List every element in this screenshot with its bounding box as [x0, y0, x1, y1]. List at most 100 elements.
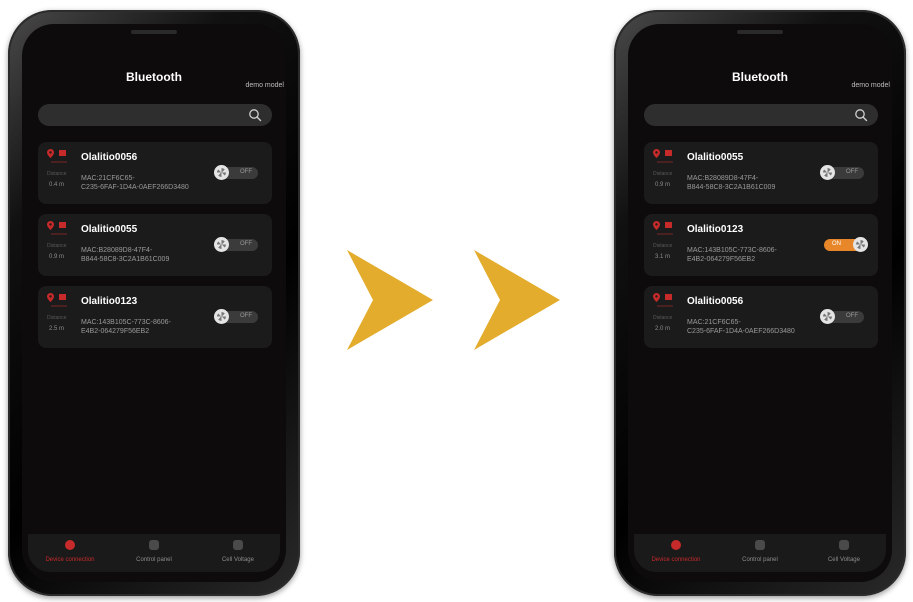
- distance-value: 0.9 m: [49, 254, 65, 260]
- signal-icon: [51, 305, 67, 312]
- knob-icon: [214, 309, 229, 324]
- toggle-state: OFF: [846, 169, 858, 175]
- signal-icon: [657, 233, 673, 240]
- mac-line-1: MAC:143B105C-773C-8606-: [687, 247, 777, 254]
- toggle-state: OFF: [240, 169, 252, 175]
- knob-icon: [853, 237, 868, 252]
- tab-device-connection[interactable]: Device connection: [634, 534, 718, 572]
- phone-right: Bluetooth demo model Distance 0.9 m Olal…: [614, 10, 906, 596]
- tab-control-panel[interactable]: Control panel: [112, 534, 196, 572]
- mac-line-2: E4B2-064279F56EB2: [81, 328, 150, 335]
- bottom-tab-bar: Device connection Control panel Cell Vol…: [28, 534, 280, 572]
- toggle-state: ON: [832, 241, 841, 247]
- mac-line-2: E4B2-064279F56EB2: [687, 256, 756, 263]
- mac-line-1: MAC:B28089D8-47F4-: [81, 247, 153, 254]
- location-pin-icon: [653, 149, 660, 158]
- chevron-right-arrow: [474, 250, 560, 350]
- knob-icon: [820, 165, 835, 180]
- knob-icon: [214, 165, 229, 180]
- device-card[interactable]: Distance 0.9 m Olalitio0055 MAC:B28089D8…: [644, 142, 878, 204]
- device-mac: MAC:143B105C-773C-8606- E4B2-064279F56EB…: [687, 246, 833, 264]
- toggle-state: OFF: [846, 313, 858, 319]
- flag-icon: [665, 222, 672, 228]
- connect-toggle[interactable]: OFF: [820, 165, 864, 180]
- device-name: Olalitio0123: [81, 296, 138, 307]
- bottom-tab-bar: Device connection Control panel Cell Vol…: [634, 534, 886, 572]
- mac-line-1: MAC:B28089D8-47F4-: [687, 175, 759, 182]
- device-name: Olalitio0055: [81, 224, 138, 235]
- tab-control-panel[interactable]: Control panel: [718, 534, 802, 572]
- device-name: Olalitio0123: [687, 224, 744, 235]
- device-name: Olalitio0056: [81, 152, 138, 163]
- tab-label: Cell Voltage: [827, 557, 860, 563]
- mac-line-2: C235-6FAF-1D4A-0AEF266D3480: [81, 184, 189, 191]
- location-pin-icon: [47, 149, 54, 158]
- tab-cell-voltage[interactable]: Cell Voltage: [802, 534, 886, 572]
- tab-label: Device connection: [45, 557, 95, 563]
- device-card[interactable]: Distance 3.1 m Olalitio0123 MAC:143B105C…: [644, 214, 878, 276]
- distance-value: 2.0 m: [655, 326, 671, 332]
- connect-toggle[interactable]: OFF: [214, 165, 258, 180]
- flag-icon: [59, 150, 66, 156]
- speaker-notch: [737, 30, 783, 34]
- tab-cell-voltage[interactable]: Cell Voltage: [196, 534, 280, 572]
- control-panel-icon: [754, 540, 765, 550]
- signal-icon: [657, 305, 673, 312]
- bluetooth-tab-icon: [64, 540, 75, 550]
- flag-icon: [59, 294, 66, 300]
- demo-model-button[interactable]: demo model: [245, 82, 284, 89]
- search-input[interactable]: [644, 104, 878, 126]
- distance-label: Distance: [47, 171, 67, 177]
- connect-toggle[interactable]: ON: [824, 237, 868, 252]
- device-card[interactable]: Distance 0.4 m Olalitio0056 MAC:21CF6C65…: [38, 142, 272, 204]
- device-mac: MAC:21CF6C65- C235-6FAF-1D4A-0AEF266D348…: [687, 318, 833, 336]
- device-name: Olalitio0056: [687, 296, 744, 307]
- location-pin-icon: [47, 293, 54, 302]
- device-mac: MAC:B28089D8-47F4- B844-58C8-3C2A1B61C00…: [687, 174, 833, 192]
- distance-label: Distance: [653, 243, 673, 249]
- signal-icon: [51, 233, 67, 240]
- connect-toggle[interactable]: OFF: [214, 309, 258, 324]
- search-icon[interactable]: [854, 108, 868, 122]
- toggle-state: OFF: [240, 241, 252, 247]
- connect-toggle[interactable]: OFF: [820, 309, 864, 324]
- mac-line-1: MAC:21CF6C65-: [687, 319, 741, 326]
- device-card[interactable]: Distance 2.5 m Olalitio0123 MAC:143B105C…: [38, 286, 272, 348]
- signal-icon: [657, 161, 673, 168]
- distance-value: 3.1 m: [655, 254, 671, 260]
- device-card[interactable]: Distance 2.0 m Olalitio0056 MAC:21CF6C65…: [644, 286, 878, 348]
- device-mac: MAC:B28089D8-47F4- B844-58C8-3C2A1B61C00…: [81, 246, 227, 264]
- tab-device-connection[interactable]: Device connection: [28, 534, 112, 572]
- cell-voltage-icon: [838, 540, 849, 550]
- signal-icon: [51, 161, 67, 168]
- connect-toggle[interactable]: OFF: [214, 237, 258, 252]
- mac-line-2: B844-58C8-3C2A1B61C009: [687, 184, 776, 191]
- knob-icon: [820, 309, 835, 324]
- chevron-right-arrow: [347, 250, 433, 350]
- search-icon[interactable]: [248, 108, 262, 122]
- device-card[interactable]: Distance 0.9 m Olalitio0055 MAC:B28089D8…: [38, 214, 272, 276]
- demo-model-button[interactable]: demo model: [851, 82, 890, 89]
- distance-label: Distance: [653, 171, 673, 177]
- distance-value: 0.4 m: [49, 182, 65, 188]
- tab-label: Control panel: [742, 557, 778, 563]
- device-name: Olalitio0055: [687, 152, 744, 163]
- flag-icon: [665, 294, 672, 300]
- location-pin-icon: [47, 221, 54, 230]
- toggle-state: OFF: [240, 313, 252, 319]
- distance-label: Distance: [47, 315, 67, 321]
- location-pin-icon: [653, 221, 660, 230]
- distance-value: 0.9 m: [655, 182, 671, 188]
- device-mac: MAC:21CF6C65- C235-6FAF-1D4A-0AEF266D348…: [81, 174, 227, 192]
- distance-label: Distance: [653, 315, 673, 321]
- distance-label: Distance: [47, 243, 67, 249]
- search-input[interactable]: [38, 104, 272, 126]
- tab-label: Cell Voltage: [221, 557, 254, 563]
- control-panel-icon: [148, 540, 159, 550]
- mac-line-1: MAC:21CF6C65-: [81, 175, 135, 182]
- tab-label: Device connection: [651, 557, 701, 563]
- location-pin-icon: [653, 293, 660, 302]
- tab-label: Control panel: [136, 557, 172, 563]
- speaker-notch: [131, 30, 177, 34]
- flag-icon: [665, 150, 672, 156]
